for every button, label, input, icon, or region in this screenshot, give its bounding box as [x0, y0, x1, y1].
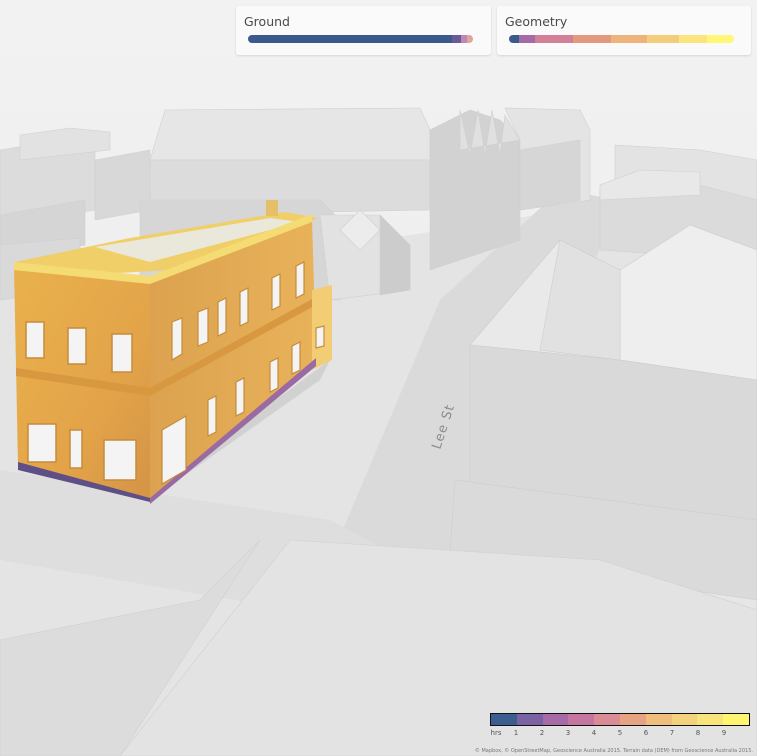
legend-tick: 9	[721, 729, 727, 737]
legend-swatch	[645, 714, 672, 725]
legend-swatch	[516, 714, 543, 725]
legend-tick: 5	[617, 729, 623, 737]
ground-bar-segment	[452, 35, 461, 43]
legend-swatch	[723, 714, 749, 725]
legend-ticks: hrs 1 2 3 4 5 6 7 8 9	[490, 729, 752, 739]
geometry-bar-segment	[509, 35, 519, 43]
geometry-distribution-bar	[509, 35, 734, 43]
geometry-bar-segment	[519, 35, 535, 43]
legend-swatch	[697, 714, 724, 725]
legend-tick: 7	[669, 729, 675, 737]
legend-swatch	[619, 714, 646, 725]
geometry-bar-segment	[679, 35, 707, 43]
legend-tick: 4	[591, 729, 597, 737]
geometry-bar-segment	[535, 35, 573, 43]
map-3d-scene[interactable]: Lee St	[0, 0, 757, 756]
geometry-bar-segment	[647, 35, 679, 43]
geometry-bar-segment	[573, 35, 611, 43]
geometry-panel-title: Geometry	[505, 14, 568, 29]
legend-tick: 6	[643, 729, 649, 737]
legend-swatch	[491, 714, 517, 725]
legend-swatch	[542, 714, 569, 725]
ground-bar-segment	[248, 35, 452, 43]
legend-swatch	[671, 714, 698, 725]
sun-hours-legend: hrs 1 2 3 4 5 6 7 8 9	[490, 713, 752, 740]
legend-swatch	[568, 714, 595, 725]
legend-unit: hrs	[490, 729, 502, 737]
map-attribution[interactable]: © Mapbox, © OpenStreetMap, Geoscience Au…	[475, 748, 753, 754]
legend-tick: 2	[539, 729, 545, 737]
map-view[interactable]: Lee St Ground Geometry hrs 1 2 3 4 5 6 7…	[0, 0, 757, 756]
legend-swatch	[594, 714, 620, 725]
geometry-bar-segment	[611, 35, 647, 43]
chimney	[266, 200, 278, 216]
legend-tick: 8	[695, 729, 701, 737]
legend-tick: 3	[565, 729, 571, 737]
legend-tick: 1	[513, 729, 519, 737]
ground-panel[interactable]: Ground	[236, 6, 491, 55]
legend-color-scale	[490, 713, 750, 726]
ground-bar-segment	[467, 35, 473, 43]
geometry-bar-segment	[707, 35, 734, 43]
ground-panel-title: Ground	[244, 14, 290, 29]
geometry-panel[interactable]: Geometry	[497, 6, 751, 55]
ground-distribution-bar	[248, 35, 473, 43]
